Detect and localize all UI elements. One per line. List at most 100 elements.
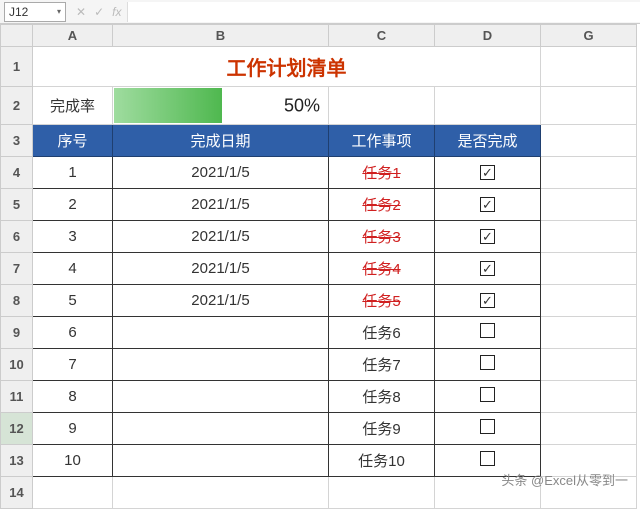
- cell-seq-7[interactable]: 7: [33, 349, 113, 381]
- fx-icon[interactable]: fx: [112, 5, 121, 19]
- cell-G11[interactable]: [541, 381, 637, 413]
- row-header-4[interactable]: 4: [1, 157, 33, 189]
- cell-G2[interactable]: [541, 87, 637, 125]
- header-done[interactable]: 是否完成: [435, 125, 541, 157]
- row-header-14[interactable]: 14: [1, 477, 33, 509]
- cell-date-6[interactable]: [113, 317, 329, 349]
- cell-item-6[interactable]: 任务6: [329, 317, 435, 349]
- checkbox-icon[interactable]: [480, 323, 495, 338]
- cell-item-7[interactable]: 任务7: [329, 349, 435, 381]
- cell-done-4[interactable]: ✓: [435, 253, 541, 285]
- cell-date-2[interactable]: 2021/1/5: [113, 189, 329, 221]
- cell-date-4[interactable]: 2021/1/5: [113, 253, 329, 285]
- cell-seq-2[interactable]: 2: [33, 189, 113, 221]
- cell-date-1[interactable]: 2021/1/5: [113, 157, 329, 189]
- cell-G9[interactable]: [541, 317, 637, 349]
- cell-date-5[interactable]: 2021/1/5: [113, 285, 329, 317]
- row-header-1[interactable]: 1: [1, 47, 33, 87]
- cell-item-10[interactable]: 任务10: [329, 445, 435, 477]
- cell-item-2[interactable]: 任务2: [329, 189, 435, 221]
- cell-done-9[interactable]: [435, 413, 541, 445]
- checkbox-icon[interactable]: ✓: [480, 261, 495, 276]
- cell-B14[interactable]: [113, 477, 329, 509]
- cell-item-3[interactable]: 任务3: [329, 221, 435, 253]
- cell-C14[interactable]: [329, 477, 435, 509]
- cell-done-3[interactable]: ✓: [435, 221, 541, 253]
- cell-G3[interactable]: [541, 125, 637, 157]
- select-all-corner[interactable]: [1, 25, 33, 47]
- header-date[interactable]: 完成日期: [113, 125, 329, 157]
- cell-seq-4[interactable]: 4: [33, 253, 113, 285]
- title-cell[interactable]: 工作计划清单: [33, 47, 541, 87]
- cell-item-4[interactable]: 任务4: [329, 253, 435, 285]
- cell-G6[interactable]: [541, 221, 637, 253]
- dropdown-icon[interactable]: ▾: [57, 7, 61, 16]
- formula-bar-icons: ✕ ✓ fx: [70, 5, 127, 19]
- cell-seq-9[interactable]: 9: [33, 413, 113, 445]
- cell-item-8[interactable]: 任务8: [329, 381, 435, 413]
- cell-done-2[interactable]: ✓: [435, 189, 541, 221]
- cell-G5[interactable]: [541, 189, 637, 221]
- row-header-12[interactable]: 12: [1, 413, 33, 445]
- cell-G8[interactable]: [541, 285, 637, 317]
- row-header-8[interactable]: 8: [1, 285, 33, 317]
- cell-done-8[interactable]: [435, 381, 541, 413]
- row-header-11[interactable]: 11: [1, 381, 33, 413]
- cell-date-3[interactable]: 2021/1/5: [113, 221, 329, 253]
- cell-date-10[interactable]: [113, 445, 329, 477]
- row-header-10[interactable]: 10: [1, 349, 33, 381]
- cell-seq-6[interactable]: 6: [33, 317, 113, 349]
- col-header-B[interactable]: B: [113, 25, 329, 47]
- row-header-13[interactable]: 13: [1, 445, 33, 477]
- row-header-9[interactable]: 9: [1, 317, 33, 349]
- header-seq[interactable]: 序号: [33, 125, 113, 157]
- cell-A14[interactable]: [33, 477, 113, 509]
- checkbox-icon[interactable]: [480, 419, 495, 434]
- checkbox-icon[interactable]: [480, 387, 495, 402]
- cell-date-9[interactable]: [113, 413, 329, 445]
- cell-G12[interactable]: [541, 413, 637, 445]
- col-header-D[interactable]: D: [435, 25, 541, 47]
- row-header-6[interactable]: 6: [1, 221, 33, 253]
- cell-seq-3[interactable]: 3: [33, 221, 113, 253]
- checkbox-icon[interactable]: ✓: [480, 229, 495, 244]
- cell-G10[interactable]: [541, 349, 637, 381]
- cell-seq-5[interactable]: 5: [33, 285, 113, 317]
- cell-G4[interactable]: [541, 157, 637, 189]
- cell-item-5[interactable]: 任务5: [329, 285, 435, 317]
- cell-done-7[interactable]: [435, 349, 541, 381]
- row-header-7[interactable]: 7: [1, 253, 33, 285]
- cell-done-1[interactable]: ✓: [435, 157, 541, 189]
- formula-input[interactable]: [127, 2, 640, 22]
- checkbox-icon[interactable]: ✓: [480, 165, 495, 180]
- spreadsheet[interactable]: A B C D G 1 工作计划清单 2 完成率 50% 3 序号 完成日期 工…: [0, 24, 637, 509]
- checkbox-icon[interactable]: ✓: [480, 197, 495, 212]
- cell-seq-1[interactable]: 1: [33, 157, 113, 189]
- header-item[interactable]: 工作事项: [329, 125, 435, 157]
- name-box[interactable]: J12 ▾: [4, 2, 66, 22]
- row-header-5[interactable]: 5: [1, 189, 33, 221]
- row-header-3[interactable]: 3: [1, 125, 33, 157]
- cell-date-8[interactable]: [113, 381, 329, 413]
- checkbox-icon[interactable]: ✓: [480, 293, 495, 308]
- checkbox-icon[interactable]: [480, 451, 495, 466]
- col-header-A[interactable]: A: [33, 25, 113, 47]
- col-header-G[interactable]: G: [541, 25, 637, 47]
- checkbox-icon[interactable]: [480, 355, 495, 370]
- cell-D2[interactable]: [435, 87, 541, 125]
- progress-bar-cell[interactable]: 50%: [113, 87, 329, 125]
- grid: A B C D G 1 工作计划清单 2 完成率 50% 3 序号 完成日期 工…: [0, 24, 640, 509]
- cell-done-6[interactable]: [435, 317, 541, 349]
- cell-seq-10[interactable]: 10: [33, 445, 113, 477]
- cell-done-5[interactable]: ✓: [435, 285, 541, 317]
- cell-date-7[interactable]: [113, 349, 329, 381]
- cell-item-1[interactable]: 任务1: [329, 157, 435, 189]
- cell-seq-8[interactable]: 8: [33, 381, 113, 413]
- progress-label-cell[interactable]: 完成率: [33, 87, 113, 125]
- cell-G7[interactable]: [541, 253, 637, 285]
- row-header-2[interactable]: 2: [1, 87, 33, 125]
- cell-item-9[interactable]: 任务9: [329, 413, 435, 445]
- col-header-C[interactable]: C: [329, 25, 435, 47]
- cell-C2[interactable]: [329, 87, 435, 125]
- cell-G1[interactable]: [541, 47, 637, 87]
